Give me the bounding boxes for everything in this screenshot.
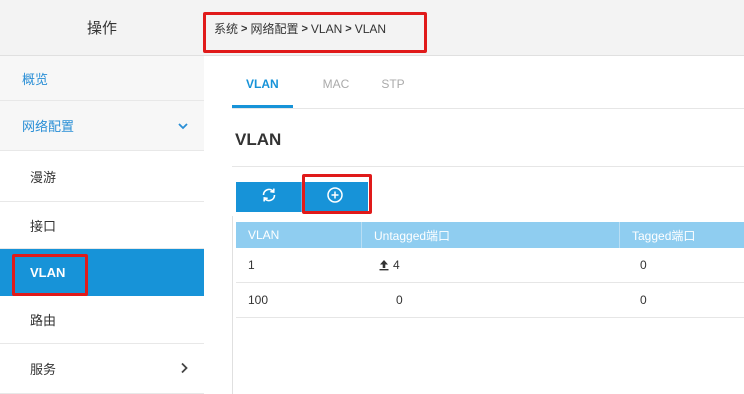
- breadcrumb-separator: >: [301, 22, 308, 35]
- sidebar-item-label: 漫游: [30, 169, 57, 185]
- column-header-tagged[interactable]: Tagged端口: [620, 222, 744, 248]
- cell-tagged: 0: [640, 293, 647, 307]
- breadcrumb-item[interactable]: VLAN: [311, 22, 342, 36]
- sidebar-item-label: 网络配置: [22, 119, 75, 134]
- cell-vlan: 1: [248, 258, 255, 272]
- page-title: VLAN: [235, 130, 282, 149]
- page: 操作 概览 网络配置 漫游 接口 VLAN 路由 服务 系统 > 网络配置 > …: [0, 0, 744, 394]
- column-header-vlan[interactable]: VLAN: [236, 222, 362, 248]
- tab-mac[interactable]: MAC: [321, 74, 352, 108]
- title-divider: [232, 166, 744, 167]
- cell-untagged: 0: [396, 293, 403, 307]
- sidebar-item-network-config[interactable]: 网络配置: [0, 101, 204, 151]
- chevron-down-icon: [178, 119, 188, 133]
- cell-tagged: 0: [640, 258, 647, 272]
- sidebar-item-label: 接口: [30, 218, 57, 234]
- add-circle-icon: [326, 186, 344, 209]
- breadcrumb-item[interactable]: 系统: [214, 20, 238, 37]
- table-row[interactable]: 100 0 0: [236, 283, 744, 318]
- table-header-row: VLAN Untagged端口 Tagged端口: [236, 222, 744, 248]
- sidebar-item-roaming[interactable]: 漫游: [0, 151, 204, 202]
- top-bar: 系统 > 网络配置 > VLAN > VLAN: [204, 0, 744, 56]
- breadcrumb-separator: >: [241, 22, 248, 35]
- cell-untagged: 4: [362, 248, 620, 282]
- refresh-icon: [260, 186, 278, 209]
- port-uplink-icon: [378, 259, 390, 271]
- sidebar-header: 操作: [0, 0, 204, 56]
- sidebar-item-interface[interactable]: 接口: [0, 202, 204, 249]
- cell-untagged-value: 4: [393, 258, 400, 272]
- cell-vlan: 100: [248, 293, 269, 307]
- toolbar: [236, 182, 368, 212]
- sidebar-item-label: 路由: [30, 313, 57, 328]
- column-header-untagged[interactable]: Untagged端口: [362, 222, 620, 248]
- sidebar-item-overview[interactable]: 概览: [0, 56, 204, 101]
- breadcrumb: 系统 > 网络配置 > VLAN > VLAN: [214, 20, 386, 37]
- table-left-border: [232, 216, 233, 394]
- add-button[interactable]: [302, 182, 368, 212]
- sidebar-item-label: VLAN: [30, 265, 66, 280]
- sidebar-item-routing[interactable]: 路由: [0, 296, 204, 344]
- table-row[interactable]: 1 4 0: [236, 248, 744, 283]
- vlan-table: VLAN Untagged端口 Tagged端口 1 4 0 100 0 0: [236, 222, 744, 318]
- tab-vlan[interactable]: VLAN: [232, 74, 293, 108]
- tab-stp[interactable]: STP: [379, 74, 406, 108]
- breadcrumb-separator: >: [345, 22, 352, 35]
- breadcrumb-item[interactable]: 网络配置: [250, 20, 298, 37]
- refresh-button[interactable]: [236, 182, 302, 212]
- tab-bar: VLAN MAC STP: [232, 74, 435, 108]
- sidebar-item-label: 服务: [30, 362, 57, 377]
- tab-divider: [232, 108, 744, 109]
- main-content: VLAN MAC STP VLAN VLAN Untagged端口 Tagged…: [204, 56, 744, 394]
- sidebar-item-label: 概览: [22, 71, 49, 87]
- sidebar: 操作 概览 网络配置 漫游 接口 VLAN 路由 服务: [0, 0, 204, 394]
- sidebar-item-vlan[interactable]: VLAN: [0, 249, 204, 296]
- breadcrumb-item: VLAN: [354, 21, 387, 36]
- sidebar-item-services[interactable]: 服务: [0, 344, 204, 394]
- chevron-right-icon: [181, 360, 188, 377]
